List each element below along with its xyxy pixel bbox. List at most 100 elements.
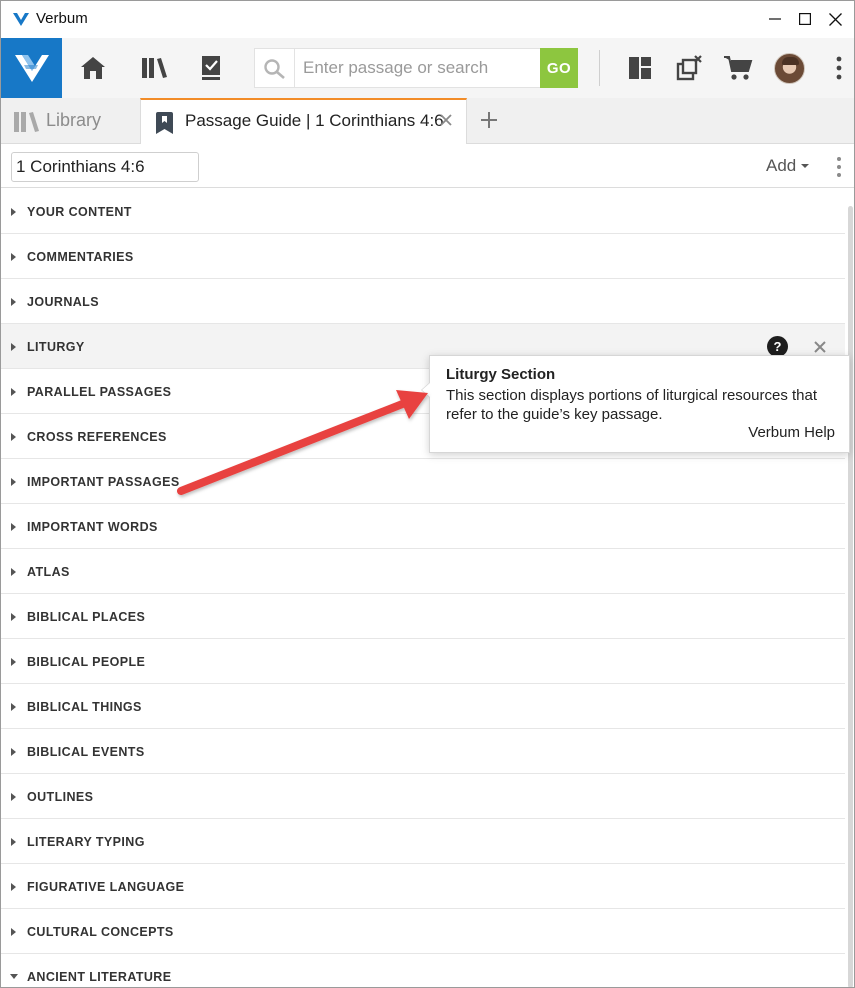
section-row[interactable]: IMPORTANT PASSAGES: [0, 459, 845, 504]
verbum-app-icon: [13, 13, 29, 26]
caret-right-icon: [11, 478, 16, 486]
liturgy-help-tooltip: Liturgy Section This section displays po…: [421, 355, 850, 453]
caret-right-icon: [11, 613, 16, 621]
caret-right-icon: [11, 253, 16, 261]
reference-input[interactable]: [11, 152, 199, 182]
tab-passage-guide-label: Passage Guide | 1 Corinthians 4:6: [185, 111, 444, 130]
home-button[interactable]: [77, 52, 109, 84]
caret-right-icon: [11, 703, 16, 711]
section-label: IMPORTANT PASSAGES: [27, 475, 180, 489]
caret-right-icon: [11, 298, 16, 306]
more-vertical-icon: [836, 56, 842, 80]
section-label: IMPORTANT WORDS: [27, 520, 158, 534]
section-row[interactable]: ATLAS: [0, 549, 845, 594]
caret-right-icon: [11, 838, 16, 846]
close-icon: [828, 12, 842, 26]
caret-right-icon: [11, 343, 16, 351]
title-bar: Verbum: [0, 0, 855, 38]
more-menu-button[interactable]: [824, 52, 854, 84]
help-icon[interactable]: ?: [767, 336, 788, 357]
tasks-icon: [202, 56, 220, 80]
caret-right-icon: [11, 658, 16, 666]
close-all-panels-button[interactable]: [673, 52, 705, 84]
search-divider: [294, 49, 295, 87]
section-row[interactable]: CULTURAL CONCEPTS: [0, 909, 845, 954]
section-row[interactable]: JOURNALS: [0, 279, 845, 324]
section-label: CROSS REFERENCES: [27, 430, 167, 444]
passage-guide-header: Add: [0, 144, 855, 188]
tab-library[interactable]: Library: [0, 98, 140, 144]
verbum-help-link[interactable]: Verbum Help: [748, 424, 835, 441]
window-title: Verbum: [36, 10, 88, 27]
guide-sections-list: YOUR CONTENT COMMENTARIES JOURNALS LITURGY?…: [0, 189, 855, 988]
section-label: BIBLICAL PLACES: [27, 610, 146, 624]
tab-bar: Library Passage Guide | 1 Corinthians 4:…: [0, 98, 855, 145]
section-row[interactable]: BIBLICAL THINGS: [0, 684, 845, 729]
tasks-button[interactable]: [195, 52, 227, 84]
tab-library-label: Library: [46, 110, 102, 130]
library-icon: [142, 58, 167, 78]
caret-down-icon: [10, 974, 18, 979]
toolbar-divider: [599, 50, 600, 86]
layouts-button[interactable]: [624, 52, 656, 84]
caret-right-icon: [11, 928, 16, 936]
section-label: ANCIENT LITERATURE: [27, 970, 172, 984]
section-label: COMMENTARIES: [27, 250, 134, 264]
cart-icon: [724, 56, 753, 80]
add-dropdown[interactable]: Add: [766, 156, 810, 176]
section-row[interactable]: BIBLICAL PEOPLE: [0, 639, 845, 684]
caret-right-icon: [11, 568, 16, 576]
caret-right-icon: [11, 388, 16, 396]
search-box: [254, 48, 578, 88]
section-label: JOURNALS: [27, 295, 99, 309]
section-label: BIBLICAL PEOPLE: [27, 655, 146, 669]
section-row[interactable]: ANCIENT LITERATURE: [0, 954, 845, 988]
verbum-logo-button[interactable]: [1, 38, 62, 98]
remove-section-icon[interactable]: [813, 340, 827, 354]
section-label: FIGURATIVE LANGUAGE: [27, 880, 185, 894]
section-label: BIBLICAL EVENTS: [27, 745, 145, 759]
search-input[interactable]: [303, 57, 533, 79]
close-tab-icon[interactable]: [437, 111, 455, 129]
section-label: LITERARY TYPING: [27, 835, 145, 849]
chevron-down-icon: [801, 164, 810, 168]
caret-right-icon: [11, 208, 16, 216]
section-label: PARALLEL PASSAGES: [27, 385, 172, 399]
close-panels-icon: [676, 55, 702, 81]
section-row[interactable]: IMPORTANT WORDS: [0, 504, 845, 549]
cart-button[interactable]: [722, 52, 754, 84]
section-row[interactable]: OUTLINES: [0, 774, 845, 819]
add-label: Add: [766, 156, 797, 175]
close-window-button[interactable]: [806, 0, 855, 38]
section-row[interactable]: BIBLICAL EVENTS: [0, 729, 845, 774]
tooltip-title: Liturgy Section: [446, 366, 556, 383]
section-label: OUTLINES: [27, 790, 94, 804]
main-toolbar: GO: [0, 38, 855, 98]
scrollbar[interactable]: [848, 206, 853, 988]
section-label: ATLAS: [27, 565, 70, 579]
section-row[interactable]: FIGURATIVE LANGUAGE: [0, 864, 845, 909]
section-label: CULTURAL CONCEPTS: [27, 925, 174, 939]
library-button[interactable]: [139, 52, 171, 84]
caret-right-icon: [11, 883, 16, 891]
caret-right-icon: [11, 523, 16, 531]
section-label: LITURGY: [27, 340, 85, 354]
passage-guide-icon: [156, 112, 173, 134]
go-button[interactable]: GO: [540, 48, 578, 88]
section-row[interactable]: BIBLICAL PLACES: [0, 594, 845, 639]
caret-right-icon: [11, 433, 16, 441]
section-row[interactable]: COMMENTARIES: [0, 234, 845, 279]
add-tab-icon[interactable]: [478, 109, 500, 131]
search-icon: [264, 59, 285, 79]
tab-passage-guide[interactable]: Passage Guide | 1 Corinthians 4:6: [140, 98, 467, 145]
section-label: BIBLICAL THINGS: [27, 700, 142, 714]
panel-menu-icon[interactable]: [832, 156, 846, 178]
section-label: YOUR CONTENT: [27, 205, 132, 219]
layouts-icon: [629, 57, 651, 79]
caret-right-icon: [11, 793, 16, 801]
avatar[interactable]: [774, 53, 805, 84]
section-row[interactable]: LITERARY TYPING: [0, 819, 845, 864]
tooltip-body: This section displays portions of liturg…: [446, 387, 818, 423]
section-row[interactable]: YOUR CONTENT: [0, 189, 845, 234]
verbum-logo-icon: [14, 55, 49, 82]
